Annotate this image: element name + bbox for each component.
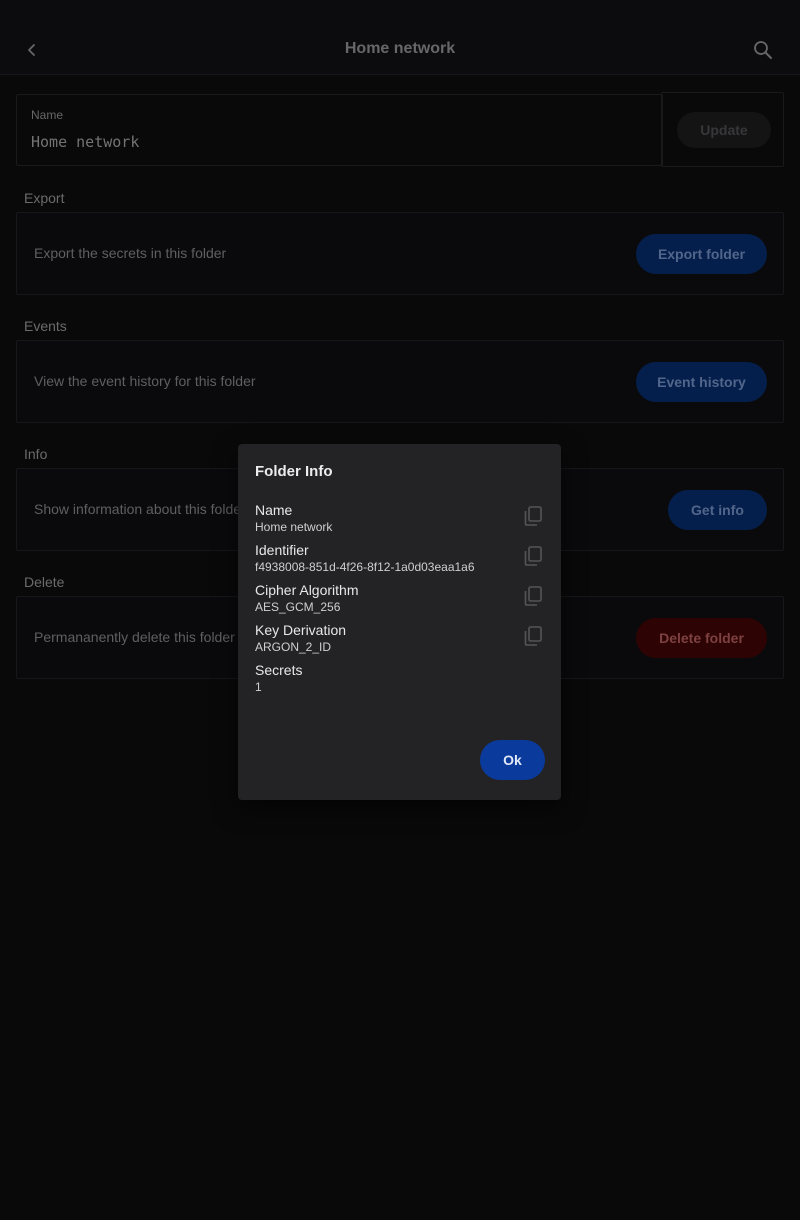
copy-icon xyxy=(524,546,542,566)
copy-cipher-button[interactable] xyxy=(523,585,543,607)
info-key: Identifier xyxy=(255,542,309,558)
info-key: Name xyxy=(255,502,293,518)
info-row-secrets: Secrets 1 xyxy=(255,662,545,702)
info-value: Home network xyxy=(255,520,333,534)
dialog-title: Folder Info xyxy=(255,463,333,480)
info-value: f4938008-851d-4f26-8f12-1a0d03eaa1a6 xyxy=(255,560,475,574)
copy-icon xyxy=(524,586,542,606)
copy-icon xyxy=(524,626,542,646)
info-row-cipher: Cipher Algorithm AES_GCM_256 xyxy=(255,582,545,622)
info-value: ARGON_2_ID xyxy=(255,640,332,654)
info-key: Secrets xyxy=(255,662,303,678)
info-row-name: Name Home network xyxy=(255,502,545,542)
copy-name-button[interactable] xyxy=(523,505,543,527)
copy-identifier-button[interactable] xyxy=(523,545,543,567)
info-value: AES_GCM_256 xyxy=(255,600,341,614)
copy-key-derivation-button[interactable] xyxy=(523,625,543,647)
info-row-key-derivation: Key Derivation ARGON_2_ID xyxy=(255,622,545,662)
info-row-identifier: Identifier f4938008-851d-4f26-8f12-1a0d0… xyxy=(255,542,545,582)
folder-info-dialog: Folder Info Name Home network Identifier… xyxy=(238,444,561,800)
info-key: Cipher Algorithm xyxy=(255,582,359,598)
copy-icon xyxy=(524,506,542,526)
info-value: 1 xyxy=(255,680,262,694)
ok-button[interactable]: Ok xyxy=(480,740,545,780)
app-root: Home network Name Update Export Export t… xyxy=(0,0,800,1220)
info-key: Key Derivation xyxy=(255,622,347,638)
